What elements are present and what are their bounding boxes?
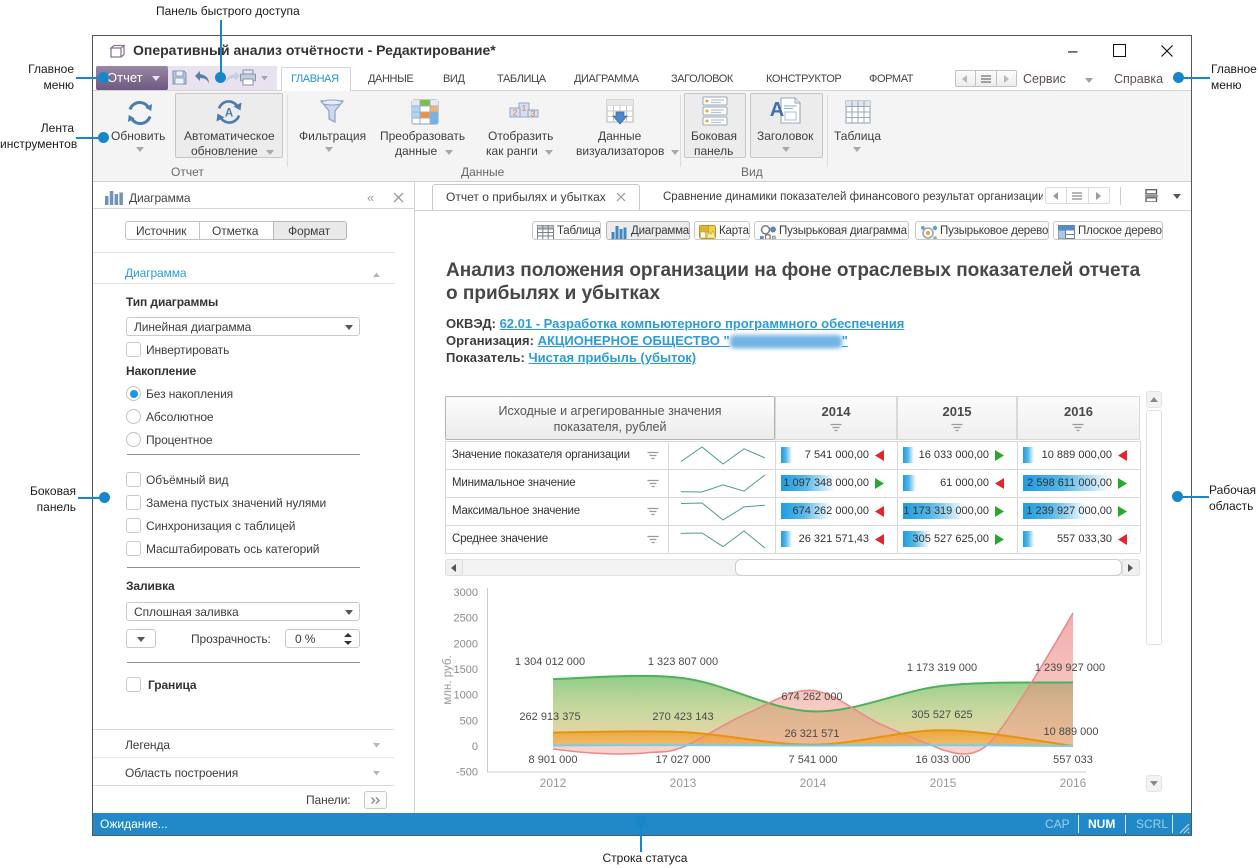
svg-text:1 323 807 000: 1 323 807 000: [648, 656, 718, 668]
svg-text:2016: 2016: [1060, 776, 1087, 790]
svg-text:0: 0: [472, 741, 478, 753]
svg-text:16 033 000: 16 033 000: [915, 754, 970, 766]
svg-text:1000: 1000: [454, 690, 478, 702]
svg-text:262 913 375: 262 913 375: [519, 711, 580, 723]
svg-text:1: 1: [522, 104, 527, 113]
svg-text:2012: 2012: [540, 776, 567, 790]
svg-text:3: 3: [531, 110, 536, 119]
svg-text:2015: 2015: [930, 776, 957, 790]
svg-text:2014: 2014: [800, 776, 827, 790]
svg-text:A: A: [770, 99, 784, 121]
svg-text:2: 2: [513, 109, 518, 118]
svg-text:26 321 571: 26 321 571: [784, 728, 839, 740]
svg-text:7 541 000: 7 541 000: [789, 754, 838, 766]
svg-text:млн. руб.: млн. руб.: [442, 655, 454, 704]
svg-text:305 527 625: 305 527 625: [911, 709, 972, 721]
svg-text:1500: 1500: [454, 664, 478, 676]
svg-text:17 027 000: 17 027 000: [655, 754, 710, 766]
svg-text:557 033: 557 033: [1053, 754, 1093, 766]
svg-text:500: 500: [460, 715, 478, 727]
svg-text:3000: 3000: [454, 587, 478, 599]
svg-text:1 173 319 000: 1 173 319 000: [907, 662, 977, 674]
svg-text:2500: 2500: [454, 613, 478, 625]
svg-text:674 262 000: 674 262 000: [781, 691, 842, 703]
svg-text:2013: 2013: [670, 776, 697, 790]
svg-text:1 239 927 000: 1 239 927 000: [1035, 662, 1105, 674]
svg-text:A: A: [225, 108, 233, 120]
svg-text:-500: -500: [456, 767, 478, 779]
svg-text:10 889 000: 10 889 000: [1043, 726, 1098, 738]
svg-text:2000: 2000: [454, 638, 478, 650]
svg-text:8 901 000: 8 901 000: [529, 754, 578, 766]
svg-text:1 304 012 000: 1 304 012 000: [515, 656, 585, 668]
svg-text:270 423 143: 270 423 143: [652, 711, 713, 723]
